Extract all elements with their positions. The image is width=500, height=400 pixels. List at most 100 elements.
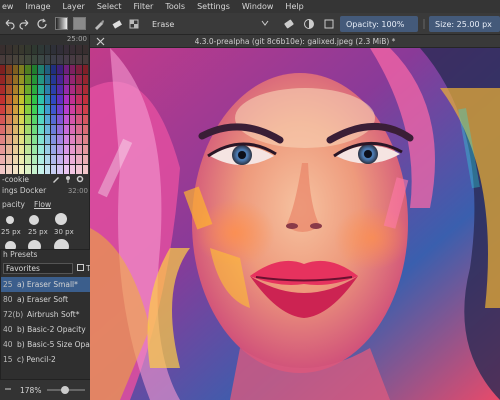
menu-image[interactable]: Image [19,2,56,11]
palette-swatch[interactable] [76,125,82,134]
palette-swatch[interactable] [19,125,25,134]
palette-swatch[interactable] [50,125,57,134]
palette-swatch[interactable] [38,95,44,104]
palette-swatch[interactable] [50,55,57,64]
palette-swatch[interactable] [38,75,44,84]
palette-swatch[interactable] [0,115,6,124]
palette-swatch[interactable] [0,145,6,154]
palette-swatch[interactable] [6,105,12,114]
palette-swatch[interactable] [44,85,50,94]
palette-swatch[interactable] [44,125,50,134]
menu-select[interactable]: Select [91,2,128,11]
palette-swatch[interactable] [76,145,82,154]
palette-swatch[interactable] [6,55,12,64]
color-palette[interactable] [0,45,88,174]
palette-swatch[interactable] [44,145,50,154]
palette-swatch[interactable] [76,75,82,84]
palette-swatch[interactable] [69,55,76,64]
palette-swatch[interactable] [82,85,88,94]
palette-swatch[interactable] [12,85,19,94]
palette-swatch[interactable] [6,115,12,124]
palette-swatch[interactable] [82,95,88,104]
palette-swatch[interactable] [0,125,6,134]
settings-icon[interactable] [76,175,84,185]
menu-filter[interactable]: Filter [128,2,160,11]
palette-swatch[interactable] [57,155,63,164]
palette-swatch[interactable] [44,65,50,74]
palette-swatch[interactable] [82,155,88,164]
palette-swatch[interactable] [82,145,88,154]
menu-tools[interactable]: Tools [159,2,191,11]
zoom-level[interactable]: 178% [20,386,41,395]
palette-swatch[interactable] [57,75,63,84]
menu-window[interactable]: Window [236,2,280,11]
palette-swatch[interactable] [19,55,25,64]
palette-swatch[interactable] [76,115,82,124]
palette-swatch[interactable] [31,135,38,144]
palette-swatch[interactable] [19,85,25,94]
palette-swatch[interactable] [25,75,31,84]
palette-swatch[interactable] [63,145,69,154]
palette-swatch[interactable] [25,55,31,64]
menu-layer[interactable]: Layer [57,2,91,11]
menu-view[interactable]: ew [2,2,19,11]
flow-label[interactable]: Flow [34,200,51,209]
palette-swatch[interactable] [12,45,19,54]
palette-swatch[interactable] [19,75,25,84]
palette-swatch[interactable] [69,115,76,124]
palette-swatch[interactable] [63,45,69,54]
palette-swatch[interactable] [31,155,38,164]
palette-swatch[interactable] [76,155,82,164]
palette-swatch[interactable] [19,155,25,164]
palette-swatch[interactable] [69,105,76,114]
palette-swatch[interactable] [6,95,12,104]
palette-swatch[interactable] [12,105,19,114]
brush-size-dot-large[interactable] [55,213,67,225]
palette-swatch[interactable] [69,155,76,164]
palette-swatch[interactable] [25,65,31,74]
palette-swatch[interactable] [25,135,31,144]
palette-swatch[interactable] [69,65,76,74]
menu-help[interactable]: Help [279,2,309,11]
palette-swatch[interactable] [12,95,19,104]
palette-swatch[interactable] [44,115,50,124]
palette-swatch[interactable] [38,115,44,124]
palette-swatch[interactable] [6,135,12,144]
palette-swatch[interactable] [0,65,6,74]
palette-swatch[interactable] [0,95,6,104]
palette-swatch[interactable] [82,75,88,84]
palette-swatch[interactable] [19,65,25,74]
palette-swatch[interactable] [38,145,44,154]
palette-swatch[interactable] [0,155,6,164]
current-brush-row[interactable]: -cookie [0,173,89,185]
tag-filter-select[interactable]: Favorites [3,263,73,274]
pattern-swatch[interactable] [73,17,86,30]
palette-swatch[interactable] [38,65,44,74]
palette-swatch[interactable] [82,55,88,64]
palette-swatch[interactable] [6,75,12,84]
zoom-slider[interactable] [47,386,86,394]
zoom-slider-handle[interactable] [61,386,70,394]
palette-swatch[interactable] [38,85,44,94]
zoom-out-icon[interactable] [4,385,12,395]
palette-swatch[interactable] [6,125,12,134]
palette-swatch[interactable] [6,155,12,164]
palette-swatch[interactable] [63,75,69,84]
palette-swatch[interactable] [0,85,6,94]
palette-swatch[interactable] [50,145,57,154]
palette-swatch[interactable] [69,135,76,144]
brush-preset-icon[interactable] [92,16,106,32]
palette-swatch[interactable] [69,145,76,154]
palette-swatch[interactable] [63,135,69,144]
palette-swatch[interactable] [76,95,82,104]
palette-swatch[interactable] [76,85,82,94]
palette-swatch[interactable] [76,105,82,114]
palette-swatch[interactable] [76,135,82,144]
palette-swatch[interactable] [12,135,19,144]
palette-swatch[interactable] [19,45,25,54]
palette-swatch[interactable] [50,65,57,74]
palette-swatch[interactable] [31,125,38,134]
palette-swatch[interactable] [38,155,44,164]
palette-swatch[interactable] [38,45,44,54]
palette-swatch[interactable] [82,135,88,144]
